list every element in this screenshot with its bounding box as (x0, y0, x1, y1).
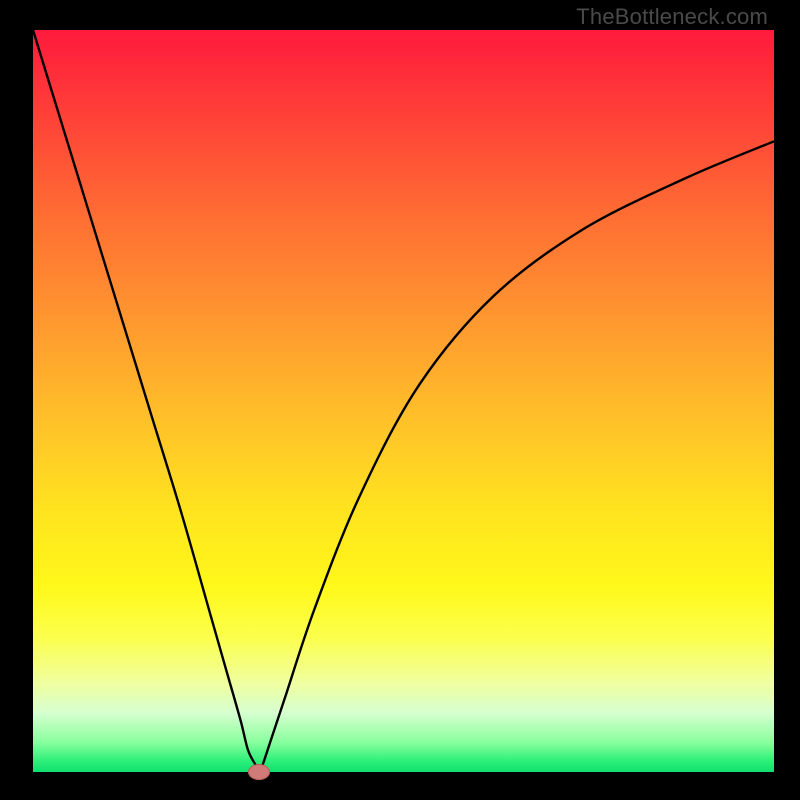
curve-path (33, 30, 774, 772)
balance-marker (248, 764, 270, 780)
bottleneck-curve (0, 0, 800, 800)
chart-frame: TheBottleneck.com (0, 0, 800, 800)
watermark-text: TheBottleneck.com (576, 4, 768, 30)
